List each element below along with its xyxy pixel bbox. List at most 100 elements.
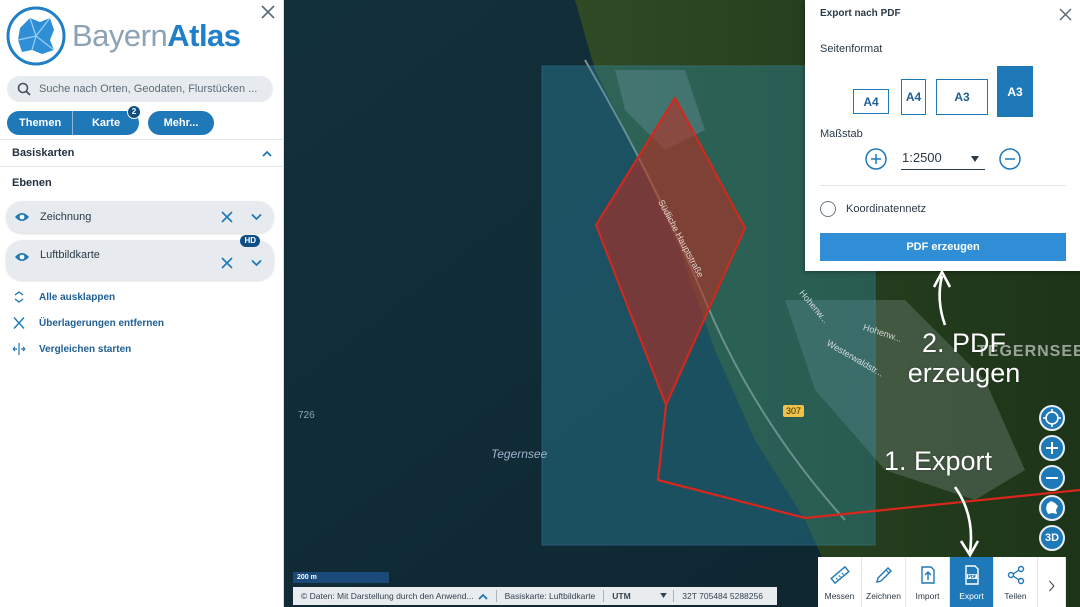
grid-label: Koordinatennetz xyxy=(846,203,927,215)
annotation-step-1: 1. Export xyxy=(884,446,993,476)
eye-icon[interactable] xyxy=(14,211,30,223)
format-a3-portrait-button[interactable]: A3 xyxy=(997,66,1033,117)
grid-radio[interactable] xyxy=(820,201,836,217)
annotation-text: 2. PDF xyxy=(921,328,1007,358)
compare-action[interactable]: Vergleichen starten xyxy=(12,343,131,355)
basiskarten-label: Basiskarten xyxy=(12,147,75,159)
remove-layer-icon[interactable] xyxy=(221,211,233,223)
eye-icon[interactable] xyxy=(14,251,30,263)
close-icon[interactable] xyxy=(1059,8,1072,21)
crs-select[interactable]: UTM xyxy=(604,590,675,602)
ebenen-header: Ebenen xyxy=(0,169,284,197)
ebenen-label: Ebenen xyxy=(12,177,52,189)
attribution-text: © Daten: Mit Darstellung durch den Anwen… xyxy=(301,591,474,601)
import-icon xyxy=(920,566,935,584)
format-a4-landscape-button[interactable]: A4 xyxy=(853,89,889,114)
3d-button[interactable]: 3D xyxy=(1039,525,1065,551)
search-icon[interactable] xyxy=(17,82,31,96)
karte-count-badge: 2 xyxy=(127,105,141,119)
tool-export[interactable]: Export xyxy=(950,557,994,607)
remove-overlays-label: Überlagerungen entfernen xyxy=(39,317,165,329)
format-a3-landscape-button[interactable]: A3 xyxy=(936,79,988,115)
compare-label: Vergleichen starten xyxy=(39,343,132,355)
close-icon[interactable] xyxy=(261,5,275,19)
zoom-out-button[interactable] xyxy=(1039,465,1065,491)
tool-label: Zeichnen xyxy=(866,591,901,601)
search-input[interactable] xyxy=(39,83,259,95)
tool-messen[interactable]: Messen xyxy=(818,557,862,607)
chevron-down-icon[interactable] xyxy=(251,259,262,267)
tool-zeichnen[interactable]: Zeichnen xyxy=(862,557,906,607)
scale-decrease-icon[interactable] xyxy=(999,148,1021,170)
page-format-label: Seitenformat xyxy=(820,43,883,55)
share-icon xyxy=(1007,565,1024,585)
bayernatlas-logo[interactable]: BayernAtlas xyxy=(6,6,241,66)
zoom-in-button[interactable] xyxy=(1039,435,1065,461)
remove-layer-icon[interactable] xyxy=(221,257,233,269)
export-pdf-panel: Export nach PDF Seitenformat A4 A4 A3 A3… xyxy=(805,0,1080,271)
tool-label: Export xyxy=(959,591,984,601)
pencil-icon xyxy=(875,567,892,583)
plus-icon xyxy=(1046,442,1058,454)
logo-text-bayern: Bayern xyxy=(72,18,168,53)
scale-bar: 200 m xyxy=(293,572,389,583)
create-pdf-button[interactable]: PDF erzeugen xyxy=(820,233,1066,261)
bavaria-logo-icon xyxy=(6,6,66,66)
tool-label: Import xyxy=(915,591,940,601)
crs-value: UTM xyxy=(612,591,631,601)
close-icon xyxy=(13,317,25,329)
chevron-up-icon[interactable] xyxy=(262,149,272,159)
expand-all-label: Alle ausklappen xyxy=(39,291,116,303)
panel-title: Export nach PDF xyxy=(820,8,901,19)
chevron-down-icon[interactable] xyxy=(251,213,262,221)
basemap-info: Basiskarte: Luftbildkarte xyxy=(497,590,605,602)
locate-button[interactable] xyxy=(1039,405,1065,431)
tool-label: Messen xyxy=(824,591,855,601)
elevation-label: 726 xyxy=(298,410,315,421)
hd-badge: HD xyxy=(240,235,260,247)
scale-increase-icon[interactable] xyxy=(865,148,887,170)
coordinates-readout: 32T 705484 5288256 xyxy=(682,591,763,601)
tool-label: Teilen xyxy=(1004,591,1027,601)
tab-mehr[interactable]: Mehr... xyxy=(148,111,214,135)
main-tabs: Themen Karte 2 Mehr... xyxy=(7,105,214,135)
tool-import[interactable]: Import xyxy=(906,557,950,607)
data-attribution[interactable]: © Daten: Mit Darstellung durch den Anwen… xyxy=(293,590,497,602)
road-number-badge: 307 xyxy=(783,405,805,417)
scale-value: 1:2500 xyxy=(902,150,942,165)
tools-toolbar: Messen Zeichnen Import Export Teilen xyxy=(818,557,1066,607)
search-bar xyxy=(7,76,273,102)
chevron-right-icon xyxy=(1048,580,1055,591)
layer-label: Luftbildkarte xyxy=(40,249,100,261)
toolbar-next-button[interactable] xyxy=(1038,557,1066,607)
dropdown-arrow-icon xyxy=(971,156,979,162)
divider xyxy=(820,185,1066,186)
status-bar: © Daten: Mit Darstellung durch den Anwen… xyxy=(293,587,777,605)
annotation-step-2: 2. PDF erzeugen xyxy=(898,328,1030,388)
remove-overlays-action[interactable]: Überlagerungen entfernen xyxy=(12,317,164,329)
minus-icon xyxy=(1046,477,1058,479)
annotation-text: erzeugen xyxy=(907,358,1021,388)
expand-all-action[interactable]: Alle ausklappen xyxy=(12,291,115,303)
logo-text-atlas: Atlas xyxy=(167,18,241,53)
compare-icon xyxy=(12,343,26,355)
tab-group: Themen Karte 2 xyxy=(7,105,141,135)
layer-label: Zeichnung xyxy=(40,211,92,223)
chevron-down-icon xyxy=(660,593,668,598)
full-extent-button[interactable] xyxy=(1039,495,1065,521)
lake-label: Tegernsee xyxy=(491,447,548,461)
scale-label: Maßstab xyxy=(820,128,863,140)
ruler-icon xyxy=(829,565,850,585)
scale-select[interactable]: 1:2500 xyxy=(901,148,985,170)
chevron-up-icon[interactable] xyxy=(477,593,488,601)
expand-icon xyxy=(14,291,24,303)
layer-item-zeichnung[interactable]: Zeichnung xyxy=(6,201,274,233)
layer-item-luftbildkarte[interactable]: Luftbildkarte HD xyxy=(6,235,274,280)
crosshair-icon xyxy=(1043,409,1061,427)
format-a4-portrait-button[interactable]: A4 xyxy=(901,79,926,115)
sidebar: BayernAtlas Themen Karte 2 Mehr... Basis… xyxy=(0,0,284,607)
tab-themen[interactable]: Themen xyxy=(7,111,73,135)
tool-teilen[interactable]: Teilen xyxy=(994,557,1038,607)
bavaria-shape-icon xyxy=(1046,501,1058,514)
basiskarten-header[interactable]: Basiskarten xyxy=(0,139,284,167)
